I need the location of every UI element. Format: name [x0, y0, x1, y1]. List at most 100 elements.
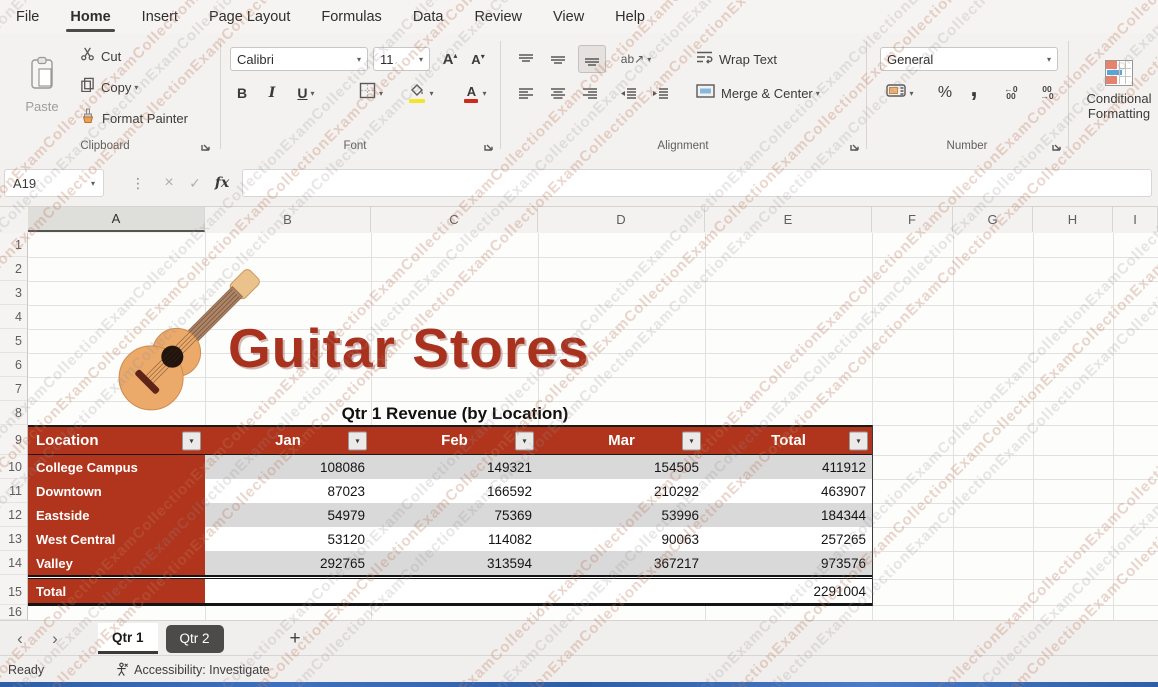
value-cell[interactable]: 184344 [705, 503, 872, 527]
align-right-button[interactable] [578, 81, 602, 105]
total-label-cell[interactable]: Total [28, 579, 205, 603]
format-painter-button[interactable]: Format Painter [80, 108, 188, 128]
table-header-jan[interactable]: Jan▾ [205, 427, 371, 454]
row-header-9[interactable]: 9 [0, 425, 27, 455]
column-header-I[interactable]: I [1113, 207, 1158, 232]
row-header-11[interactable]: 11 [0, 479, 27, 503]
font-size-combo[interactable]: 11▾ [373, 47, 430, 71]
value-cell[interactable]: 210292 [538, 479, 705, 503]
row-header-8[interactable]: 8 [0, 401, 27, 425]
ribbon-tab-help[interactable]: Help [613, 3, 647, 31]
value-cell[interactable]: 114082 [371, 527, 538, 551]
value-cell[interactable]: 53996 [538, 503, 705, 527]
value-cell[interactable]: 166592 [371, 479, 538, 503]
clipboard-dialog-launcher[interactable] [200, 139, 212, 151]
cancel-icon[interactable]: × [158, 169, 180, 197]
row-header-16[interactable]: 16 [0, 605, 27, 620]
empty-cell[interactable] [538, 579, 705, 603]
align-top-button[interactable] [514, 47, 538, 71]
ribbon-tab-review[interactable]: Review [472, 3, 524, 31]
number-dialog-launcher[interactable] [1051, 139, 1063, 151]
table-header-location[interactable]: Location▾ [28, 427, 205, 454]
ribbon-tab-formulas[interactable]: Formulas [319, 3, 383, 31]
align-left-button[interactable] [514, 81, 538, 105]
filter-dropdown-icon[interactable]: ▾ [182, 431, 201, 450]
row-header-1[interactable]: 1 [0, 233, 27, 257]
table-header-feb[interactable]: Feb▾ [371, 427, 538, 454]
row-header-5[interactable]: 5 [0, 329, 27, 353]
merge-center-button[interactable]: Merge & Center ▾ [696, 81, 820, 105]
decrease-indent-button[interactable] [616, 81, 640, 105]
enter-icon[interactable]: ✓ [184, 169, 206, 197]
font-name-combo[interactable]: Calibri▾ [230, 47, 368, 71]
table-header-mar[interactable]: Mar▾ [538, 427, 705, 454]
value-cell[interactable]: 292765 [205, 551, 371, 575]
row-header-10[interactable]: 10 [0, 455, 27, 479]
row-header-15[interactable]: 15 [0, 579, 27, 605]
value-cell[interactable]: 54979 [205, 503, 371, 527]
accounting-format-button[interactable]: ▾ [880, 81, 920, 105]
alignment-dialog-launcher[interactable] [849, 139, 861, 151]
filter-dropdown-icon[interactable]: ▾ [348, 431, 367, 450]
new-sheet-button[interactable]: + [290, 628, 301, 650]
column-header-C[interactable]: C [371, 207, 538, 232]
value-cell[interactable]: 149321 [371, 455, 538, 479]
location-cell[interactable]: Downtown [28, 479, 205, 503]
location-cell[interactable]: Valley [28, 551, 205, 575]
empty-cell[interactable] [371, 579, 538, 603]
value-cell[interactable]: 90063 [538, 527, 705, 551]
location-cell[interactable]: Eastside [28, 503, 205, 527]
fill-color-button[interactable]: ▾ [402, 81, 440, 105]
row-header-6[interactable]: 6 [0, 353, 27, 377]
conditional-formatting-button[interactable]: Conditional Formatting [1080, 45, 1158, 135]
decrease-decimal-button[interactable]: 00→0 [1032, 81, 1062, 105]
row-header-13[interactable]: 13 [0, 527, 27, 551]
formula-input[interactable] [242, 169, 1152, 197]
percent-style-button[interactable]: % [932, 81, 958, 105]
filter-dropdown-icon[interactable]: ▾ [682, 431, 701, 450]
align-middle-button[interactable] [546, 47, 570, 71]
value-cell[interactable]: 257265 [705, 527, 872, 551]
decrease-font-size-button[interactable]: A▾ [466, 47, 490, 71]
row-header-12[interactable]: 12 [0, 503, 27, 527]
align-center-button[interactable] [546, 81, 570, 105]
ribbon-tab-insert[interactable]: Insert [140, 3, 180, 31]
column-header-G[interactable]: G [953, 207, 1033, 232]
comma-style-button[interactable]: , [964, 75, 984, 99]
namebox-menu-dots[interactable]: ⋮ [130, 169, 146, 197]
filter-dropdown-icon[interactable]: ▾ [849, 431, 868, 450]
wrap-text-button[interactable]: Wrap Text [696, 47, 777, 71]
increase-decimal-button[interactable]: ←000 [996, 81, 1026, 105]
ribbon-tab-data[interactable]: Data [411, 3, 446, 31]
value-cell[interactable]: 411912 [705, 455, 872, 479]
grand-total-cell[interactable]: 2291004 [705, 579, 872, 603]
prev-sheet-arrow[interactable]: ‹ [0, 629, 40, 649]
cut-button[interactable]: Cut [80, 46, 121, 66]
table-header-total[interactable]: Total▾ [705, 427, 872, 454]
italic-button[interactable]: I [262, 81, 282, 105]
value-cell[interactable]: 154505 [538, 455, 705, 479]
row-header-3[interactable]: 3 [0, 281, 27, 305]
value-cell[interactable]: 87023 [205, 479, 371, 503]
underline-button[interactable]: U▾ [290, 81, 322, 105]
accessibility-checker[interactable]: Accessibility: Investigate [114, 662, 269, 677]
paste-button[interactable]: Paste [18, 43, 66, 127]
fx-icon[interactable]: fx [210, 169, 234, 197]
value-cell[interactable]: 463907 [705, 479, 872, 503]
column-header-B[interactable]: B [205, 207, 371, 232]
value-cell[interactable]: 313594 [371, 551, 538, 575]
increase-font-size-button[interactable]: A▴ [438, 47, 462, 71]
sheet-tab-qtr-1[interactable]: Qtr 1 [98, 623, 158, 654]
row-header-2[interactable]: 2 [0, 257, 27, 281]
logo-title[interactable]: Guitar Stores [228, 316, 589, 380]
font-color-button[interactable]: A ▾ [456, 81, 494, 105]
copy-button[interactable]: Copy ▾ [80, 77, 138, 97]
column-header-H[interactable]: H [1033, 207, 1113, 232]
value-cell[interactable]: 367217 [538, 551, 705, 575]
ribbon-tab-page-layout[interactable]: Page Layout [207, 3, 292, 31]
location-cell[interactable]: West Central [28, 527, 205, 551]
row-header-14[interactable]: 14 [0, 551, 27, 575]
column-header-E[interactable]: E [705, 207, 872, 232]
value-cell[interactable]: 973576 [705, 551, 872, 575]
next-sheet-arrow[interactable]: › [40, 629, 70, 649]
